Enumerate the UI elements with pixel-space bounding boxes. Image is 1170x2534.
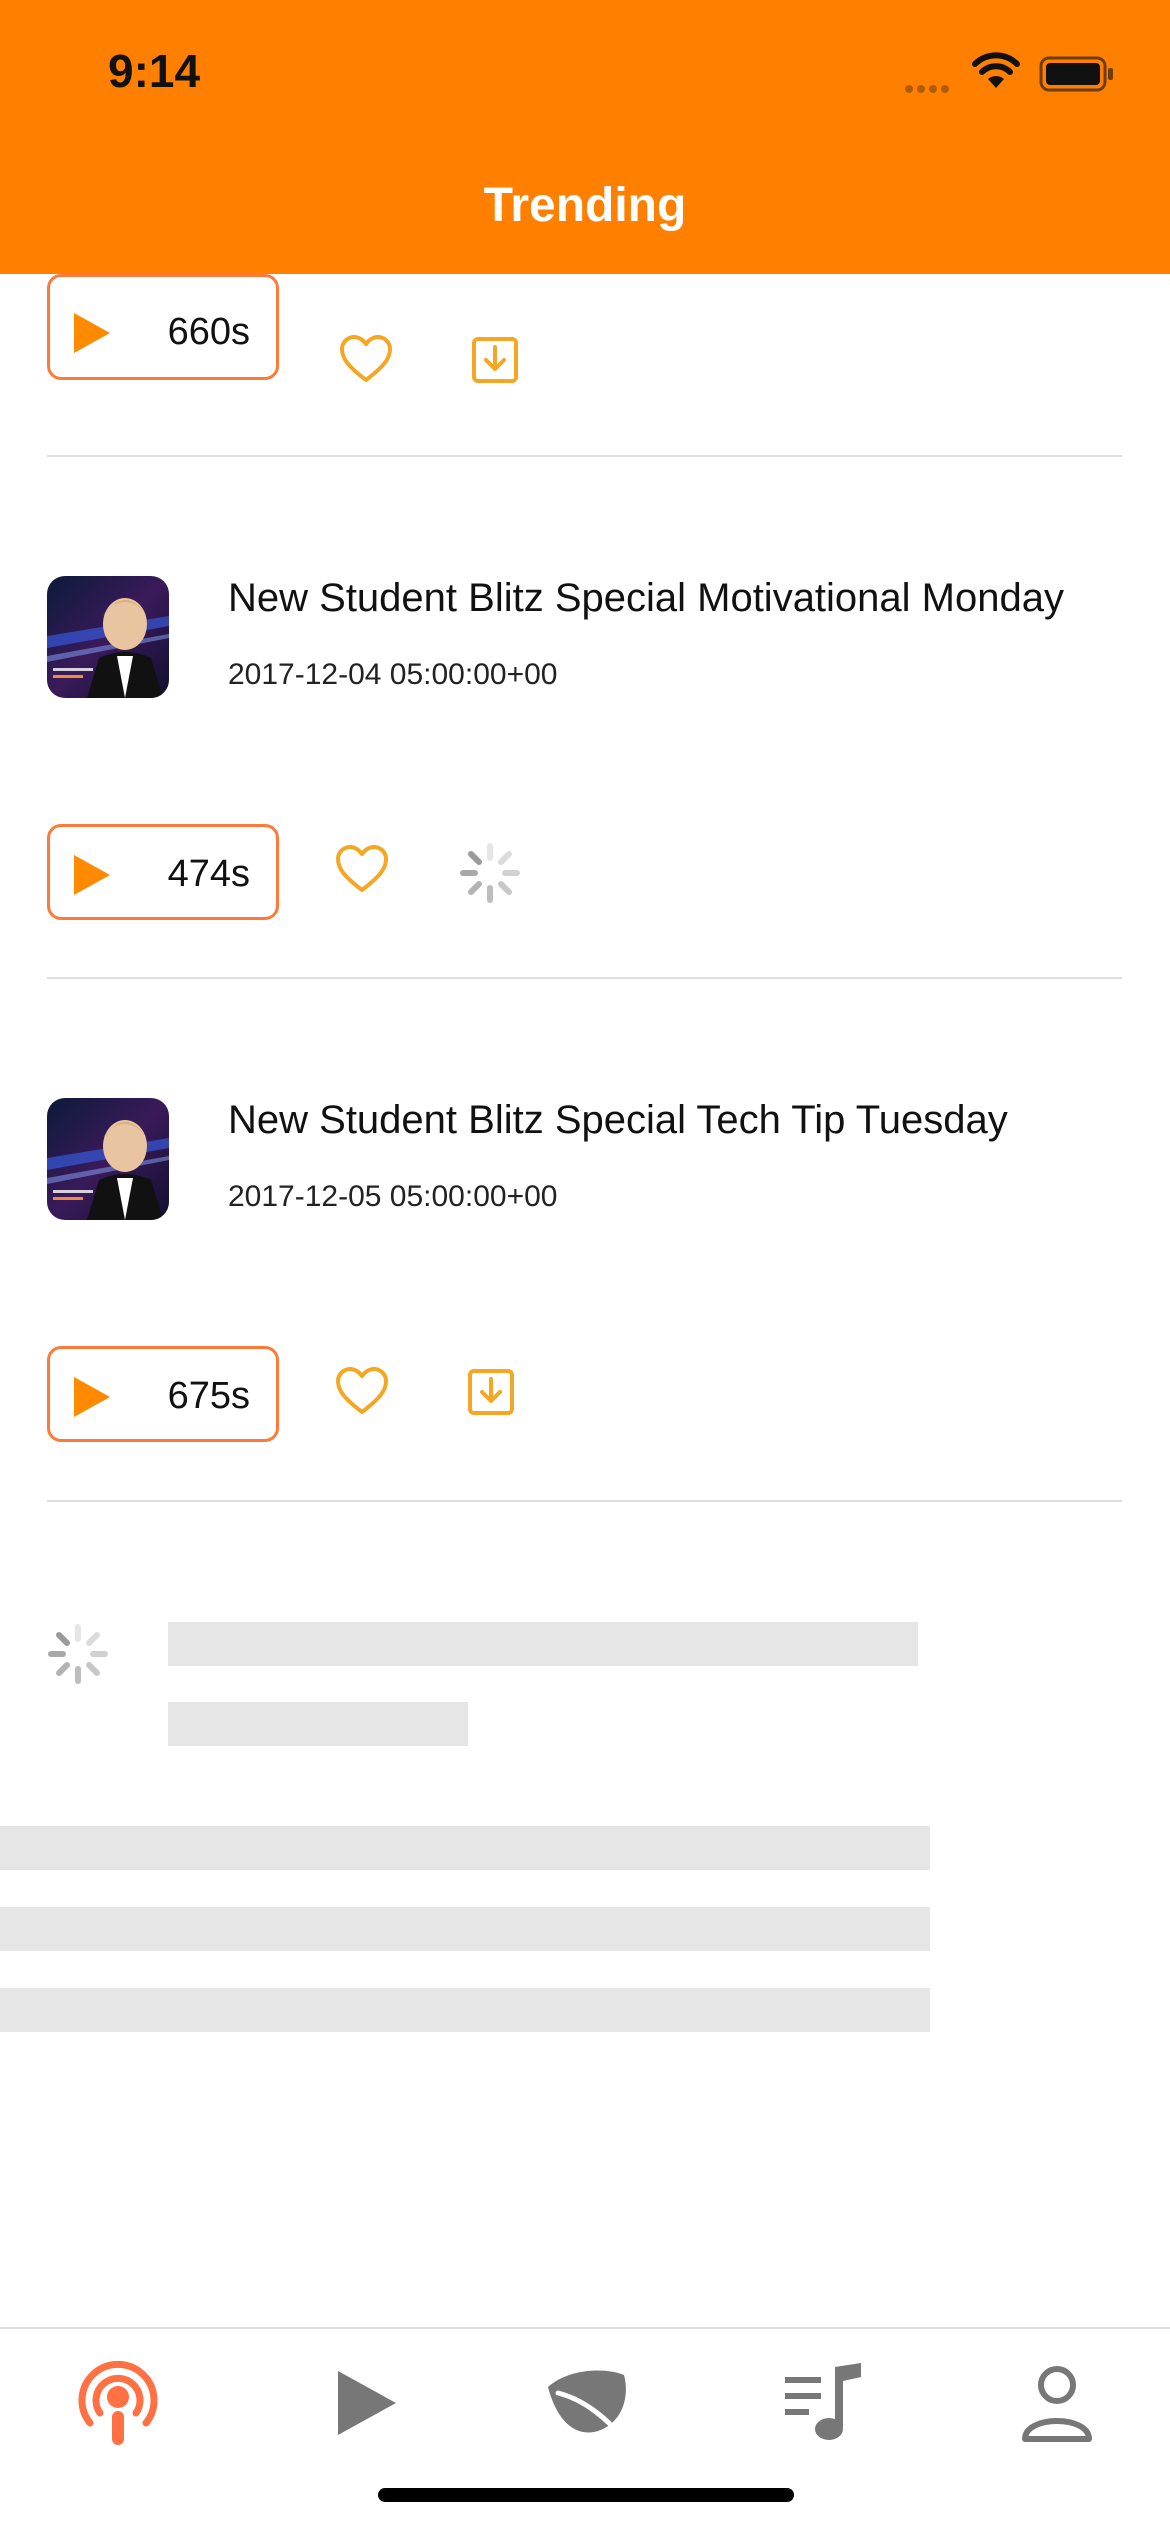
tab-playlist[interactable] [775, 2353, 875, 2453]
podcast-artwork [47, 1098, 169, 1220]
battery-icon [1039, 56, 1113, 92]
download-icon[interactable] [467, 1368, 515, 1416]
loading-spinner-icon [460, 843, 520, 903]
home-indicator[interactable] [378, 2488, 794, 2502]
skeleton-line [0, 1988, 930, 2032]
status-time: 9:14 [108, 45, 201, 97]
download-icon[interactable] [471, 336, 519, 384]
tab-profile[interactable] [1007, 2353, 1107, 2453]
tab-podcasts[interactable] [68, 2353, 168, 2453]
favorite-heart-icon[interactable] [339, 334, 393, 384]
podcast-icon [78, 2360, 158, 2445]
duration-label: 675s [167, 1375, 250, 1417]
favorite-heart-icon[interactable] [335, 844, 389, 894]
row-divider [47, 455, 1122, 457]
play-icon [74, 855, 110, 895]
skeleton-line [0, 1826, 930, 1870]
favorite-heart-icon[interactable] [335, 1366, 389, 1416]
play-icon [74, 313, 110, 353]
play-button[interactable]: 660s [47, 274, 279, 380]
episode-date: 2017-12-05 05:00:00+00 [228, 1180, 558, 1213]
episode-date: 2017-12-04 05:00:00+00 [228, 658, 558, 691]
nav-header: 9:14 Trending [0, 0, 1170, 274]
row-divider [47, 1500, 1122, 1502]
user-icon [1022, 2366, 1092, 2442]
leaf-icon [548, 2370, 629, 2444]
play-button[interactable]: 675s [47, 1346, 279, 1442]
skeleton-line [0, 1907, 930, 1951]
playlist-music-icon [785, 2363, 861, 2440]
tab-bar [0, 2327, 1170, 2534]
skeleton-title [168, 1622, 918, 1666]
play-icon [338, 2371, 396, 2435]
play-button[interactable]: 474s [47, 824, 279, 920]
skeleton-subtitle [168, 1702, 468, 1746]
podcast-artwork [47, 576, 169, 698]
row-divider [47, 977, 1122, 979]
play-icon [74, 1377, 110, 1417]
tab-explore[interactable] [538, 2353, 638, 2453]
loading-spinner-icon [48, 1624, 108, 1684]
episode-title[interactable]: New Student Blitz Special Motivational M… [228, 576, 1108, 621]
wifi-icon [972, 52, 1020, 88]
tab-player[interactable] [316, 2353, 416, 2453]
episode-title[interactable]: New Student Blitz Special Tech Tip Tuesd… [228, 1098, 1108, 1143]
duration-label: 474s [167, 853, 250, 895]
cellular-signal-icon [905, 80, 953, 98]
duration-label: 660s [167, 311, 250, 353]
page-title: Trending [483, 179, 687, 232]
